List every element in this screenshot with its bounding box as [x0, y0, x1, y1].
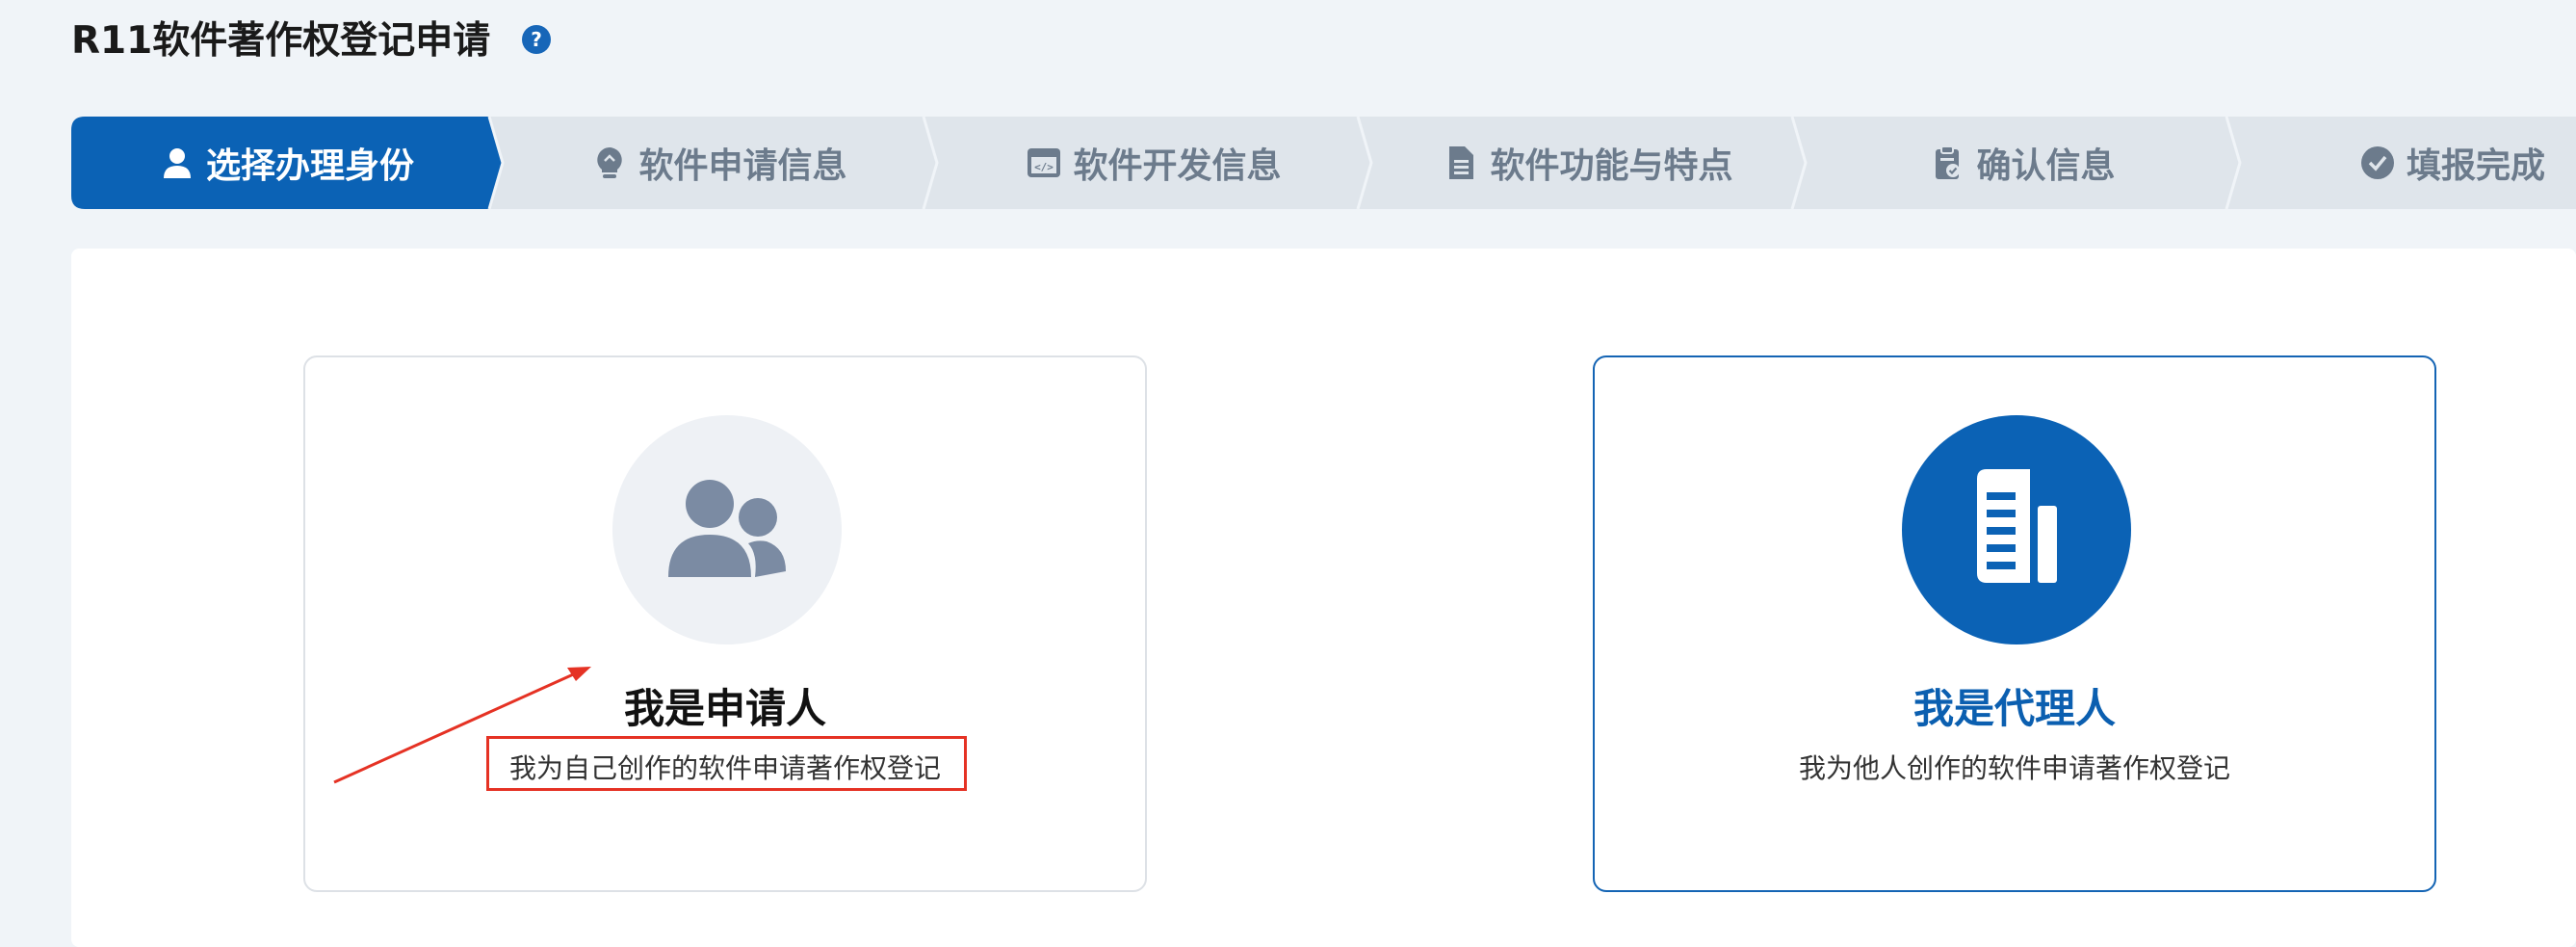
step-bar: 选择办理身份 软件申请信息 </> 软件开发信息 软件功能与特点 确认信息 填报… [71, 117, 2576, 209]
step-label: 填报完成 [2407, 146, 2546, 186]
page-title: R11软件著作权登记申请 [71, 19, 491, 63]
svg-text:</>: </> [1035, 161, 1054, 173]
annotation-arrow-icon [333, 667, 591, 784]
agent-description: 我为他人创作的软件申请著作权登记 [1798, 752, 2230, 784]
building-icon [1902, 415, 2131, 644]
users-icon [612, 415, 842, 644]
step-software-features[interactable]: 软件功能与特点 [1371, 117, 1806, 209]
applicant-card[interactable]: 我是申请人 我为自己创作的软件申请著作权登记 [303, 355, 1147, 892]
agent-avatar [1902, 415, 2131, 644]
svg-text:?: ? [531, 28, 542, 51]
step-label: 软件开发信息 [1073, 146, 1282, 186]
step-software-application[interactable]: 软件申请信息 [503, 117, 937, 209]
check-circle-icon [2361, 146, 2394, 179]
step-complete[interactable]: 填报完成 [2240, 117, 2576, 209]
step-software-development[interactable]: </> 软件开发信息 [937, 117, 1371, 209]
step-confirm-info[interactable]: 确认信息 [1806, 117, 2240, 209]
document-icon [1449, 146, 1474, 179]
agent-card[interactable]: 我是代理人 我为他人创作的软件申请著作权登记 [1593, 355, 2436, 892]
code-window-icon: </> [1028, 148, 1061, 177]
lightbulb-icon [597, 147, 623, 178]
app-root: R11软件著作权登记申请 ? 选择办理身份 软件申请信息 </> 软件开发信息 … [0, 0, 2576, 947]
user-icon [163, 148, 191, 178]
step-label: 确认信息 [1976, 146, 2116, 186]
applicant-avatar [612, 415, 842, 644]
step-label: 软件功能与特点 [1490, 146, 1733, 186]
agent-title: 我是代理人 [1912, 685, 2116, 732]
step-label: 软件申请信息 [638, 146, 847, 186]
step-label: 选择办理身份 [205, 146, 414, 186]
clipboard-check-icon [1936, 145, 1961, 179]
help-icon[interactable]: ? [521, 24, 552, 55]
step-select-identity[interactable]: 选择办理身份 [71, 117, 503, 209]
